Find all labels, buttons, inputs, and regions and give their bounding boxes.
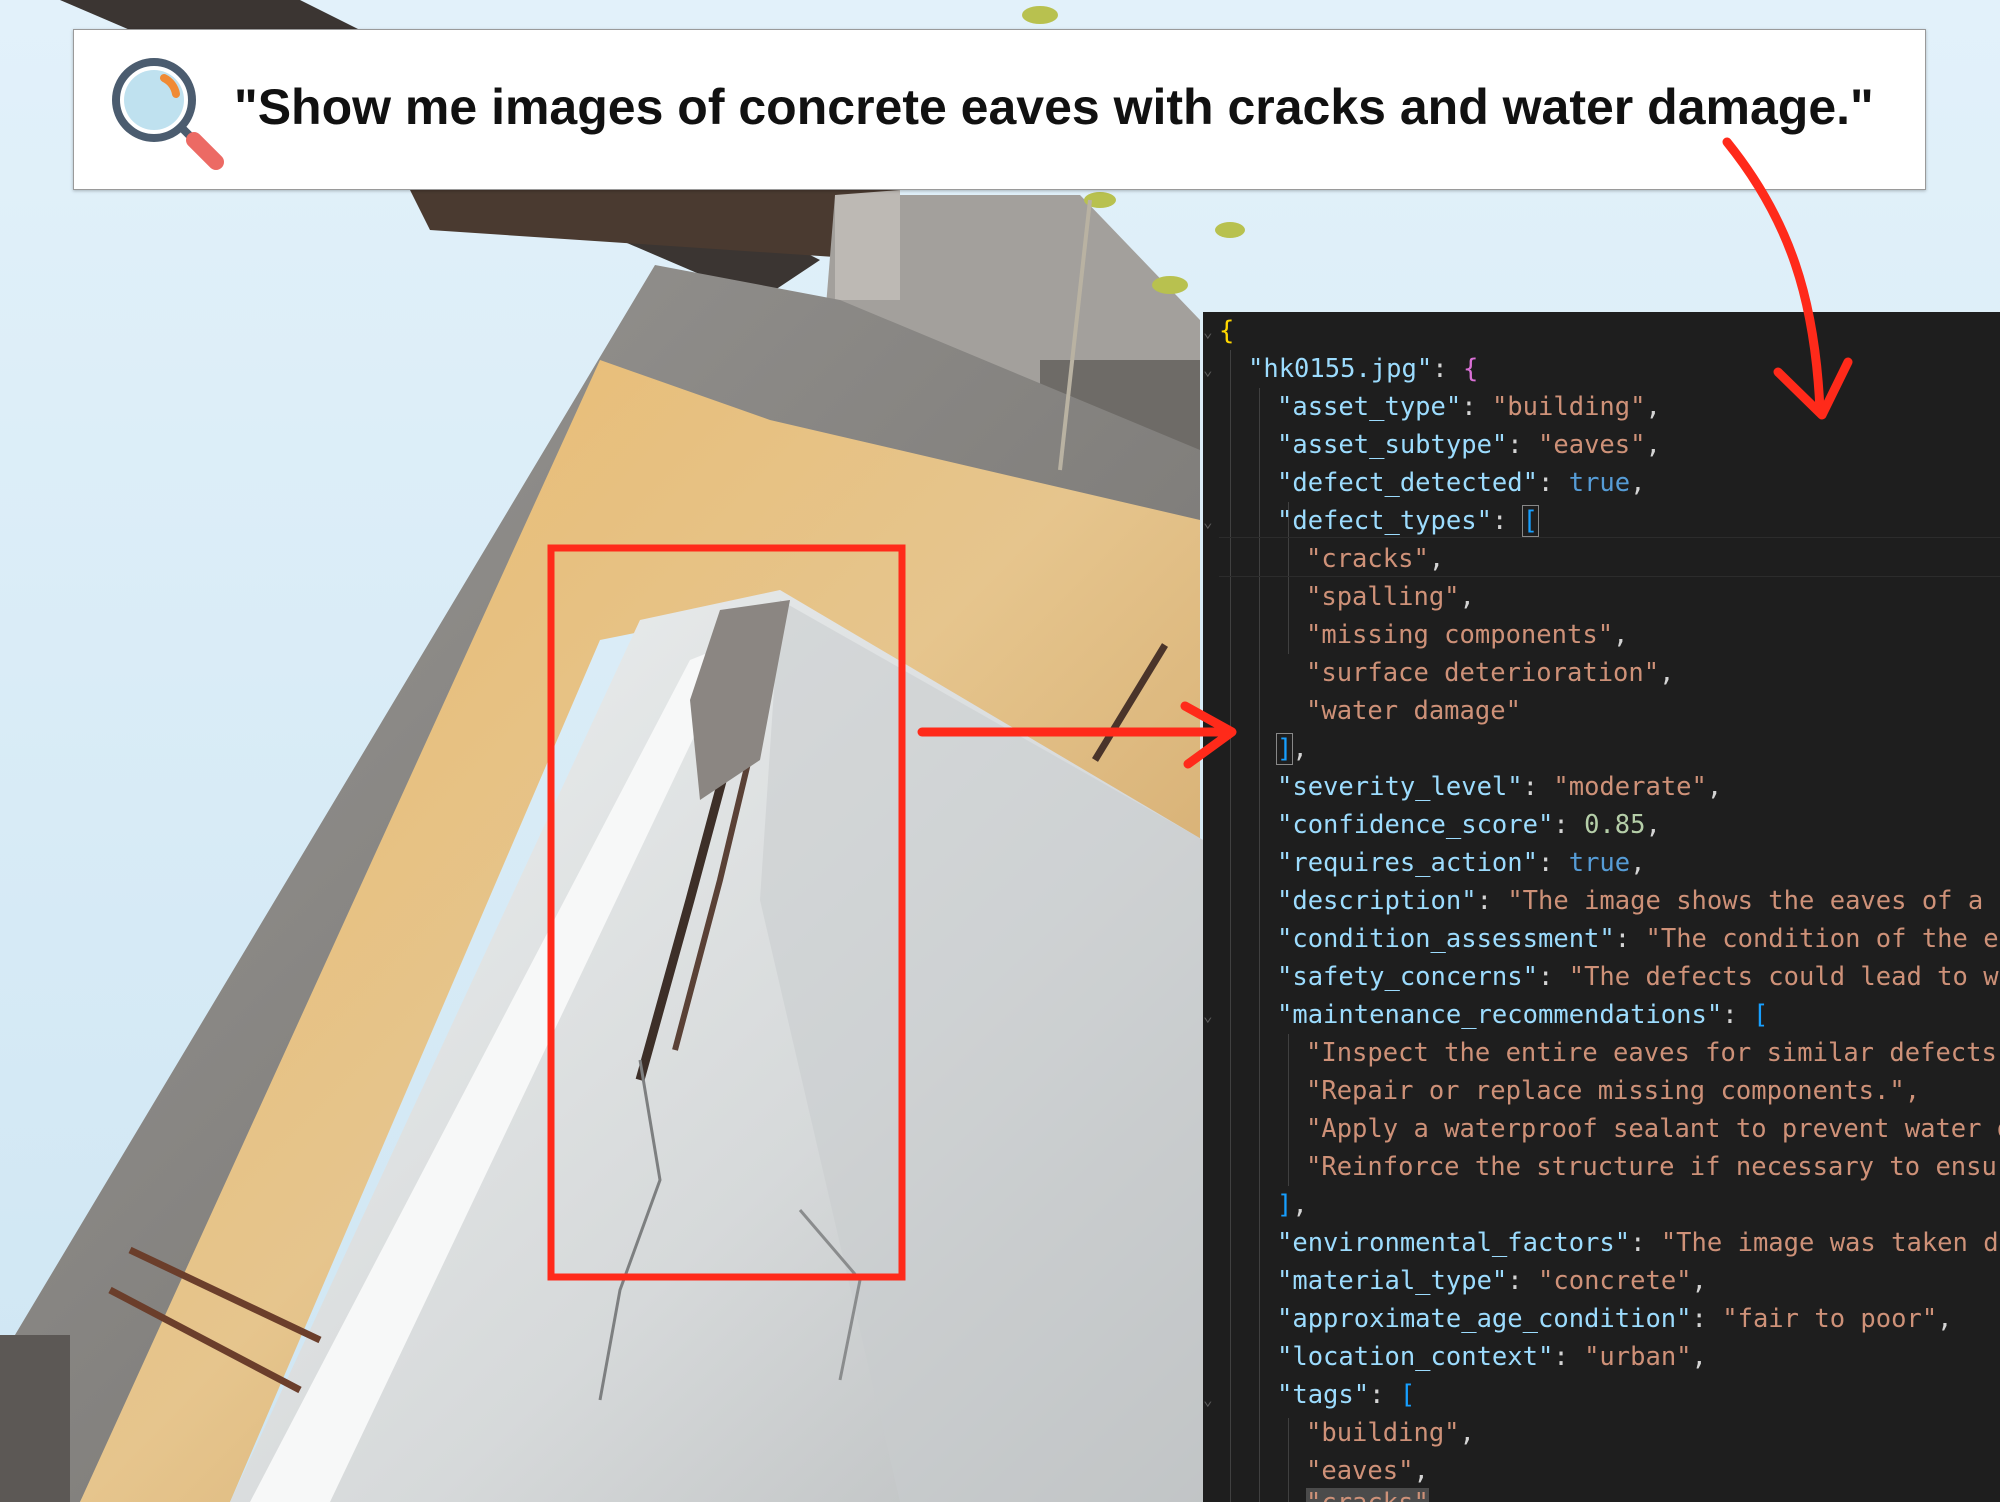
json-bracket: ] bbox=[1277, 1190, 1293, 1220]
code-line: "missing components", bbox=[1306, 620, 1629, 650]
json-key: "condition_assessment" bbox=[1277, 924, 1615, 954]
code-line: "defect_types": [ bbox=[1277, 505, 1540, 537]
json-key: "severity_level" bbox=[1277, 772, 1523, 802]
code-line: "condition_assessment": "The condition o… bbox=[1277, 920, 2000, 958]
json-list-item: "Reinforce the structure if necessary to… bbox=[1306, 1152, 2000, 1182]
json-value: "The image was taken du bbox=[1660, 1228, 2000, 1258]
json-bracket: [ bbox=[1521, 505, 1540, 537]
code-line: "maintenance_recommendations": [ bbox=[1277, 1000, 1769, 1030]
code-line: "asset_type": "building", bbox=[1277, 392, 1661, 422]
json-bracket: ] bbox=[1275, 733, 1294, 765]
json-key: "environmental_factors" bbox=[1277, 1228, 1631, 1258]
json-list-item: "Apply a waterproof sealant to prevent w… bbox=[1306, 1114, 2000, 1144]
json-list-item: "spalling" bbox=[1306, 582, 1460, 612]
json-key: "material_type" bbox=[1277, 1266, 1508, 1296]
code-line: { bbox=[1219, 312, 1234, 350]
code-line: "environmental_factors": "The image was … bbox=[1277, 1224, 2000, 1262]
json-list-item: "building" bbox=[1306, 1418, 1460, 1448]
code-line: "asset_subtype": "eaves", bbox=[1277, 430, 1661, 460]
json-key: "approximate_age_condition" bbox=[1277, 1304, 1692, 1334]
json-key: "asset_type" bbox=[1277, 392, 1462, 422]
json-bracket: [ bbox=[1399, 1380, 1416, 1410]
json-list-item: "missing components" bbox=[1306, 620, 1614, 650]
json-key: "description" bbox=[1277, 886, 1477, 916]
code-line: ], bbox=[1277, 1190, 1308, 1220]
code-line: "hk0155.jpg": { bbox=[1248, 354, 1479, 384]
json-value: "eaves" bbox=[1538, 430, 1646, 460]
json-key: "confidence_score" bbox=[1277, 810, 1554, 840]
json-key: "defect_detected" bbox=[1277, 468, 1538, 498]
code-line: "building", bbox=[1306, 1418, 1475, 1448]
code-line: "spalling", bbox=[1306, 582, 1475, 612]
search-query-bar: "Show me images of concrete eaves with c… bbox=[73, 29, 1926, 190]
json-value: true bbox=[1568, 468, 1631, 498]
code-line: "Inspect the entire eaves for similar de… bbox=[1306, 1034, 2000, 1072]
json-value: "moderate" bbox=[1553, 772, 1707, 802]
json-brace: { bbox=[1219, 316, 1235, 346]
json-value: "fair to poor" bbox=[1722, 1304, 1938, 1334]
code-line: "severity_level": "moderate", bbox=[1277, 772, 1723, 802]
code-line: "location_context": "urban", bbox=[1277, 1342, 1707, 1372]
json-value: 0.85 bbox=[1584, 810, 1646, 840]
code-line: "cracks" bbox=[1306, 1484, 1429, 1502]
code-line: "approximate_age_condition": "fair to po… bbox=[1277, 1304, 1953, 1334]
json-list-item: "cracks" bbox=[1306, 1488, 1429, 1502]
code-line: "water damage" bbox=[1306, 692, 1521, 730]
json-value: "The condition of the ea bbox=[1645, 924, 2000, 954]
json-list-item: "Inspect the entire eaves for similar de… bbox=[1306, 1038, 2000, 1068]
code-line: "tags": [ bbox=[1277, 1380, 1416, 1410]
json-list-item: "water damage" bbox=[1306, 696, 1521, 726]
code-line: "Repair or replace missing components.", bbox=[1306, 1072, 1920, 1110]
json-value: true bbox=[1568, 848, 1631, 878]
json-value: "concrete" bbox=[1538, 1266, 1692, 1296]
code-line: ], bbox=[1275, 733, 1308, 765]
json-key: "maintenance_recommendations" bbox=[1277, 1000, 1723, 1030]
code-line: "description": "The image shows the eave… bbox=[1277, 882, 2000, 920]
search-query-text: "Show me images of concrete eaves with c… bbox=[234, 79, 1874, 135]
magnifier-icon bbox=[112, 58, 224, 170]
json-value: "building" bbox=[1491, 392, 1646, 422]
json-key: "location_context" bbox=[1277, 1342, 1554, 1372]
json-value: "urban" bbox=[1584, 1342, 1692, 1372]
json-bracket: [ bbox=[1752, 1000, 1769, 1030]
json-key: "requires_action" bbox=[1277, 848, 1538, 878]
json-brace: { bbox=[1462, 354, 1479, 384]
code-line: "requires_action": true, bbox=[1277, 848, 1646, 878]
code-line: "cracks", bbox=[1306, 544, 1445, 574]
code-line: "defect_detected": true, bbox=[1277, 468, 1646, 498]
code-line: "material_type": "concrete", bbox=[1277, 1266, 1707, 1296]
code-line: "confidence_score": 0.85, bbox=[1277, 810, 1661, 840]
json-list-item: "Repair or replace missing components.", bbox=[1306, 1076, 1921, 1106]
json-value: "The defects could lead to wa bbox=[1568, 962, 2000, 992]
json-key: "hk0155.jpg" bbox=[1248, 354, 1433, 384]
json-key: "asset_subtype" bbox=[1277, 430, 1508, 460]
json-key: "defect_types" bbox=[1277, 506, 1492, 536]
json-list-item: "eaves" bbox=[1306, 1456, 1414, 1486]
json-key: "safety_concerns" bbox=[1277, 962, 1538, 992]
json-list-item: "surface deterioration" bbox=[1306, 658, 1660, 688]
json-list-item: "cracks" bbox=[1306, 544, 1429, 574]
code-line: "Apply a waterproof sealant to prevent w… bbox=[1306, 1110, 2000, 1148]
code-line: "Reinforce the structure if necessary to… bbox=[1306, 1148, 2000, 1186]
json-value: "The image shows the eaves of a b bbox=[1507, 886, 2000, 916]
code-line: "safety_concerns": "The defects could le… bbox=[1277, 958, 2000, 996]
json-key: "tags" bbox=[1277, 1380, 1370, 1410]
code-line: "surface deterioration", bbox=[1306, 658, 1675, 688]
json-output-panel: ⌄ ⌄ ⌄ ⌄ ⌄ { "hk0155.jpg": { "asset_type"… bbox=[1203, 312, 2000, 1502]
